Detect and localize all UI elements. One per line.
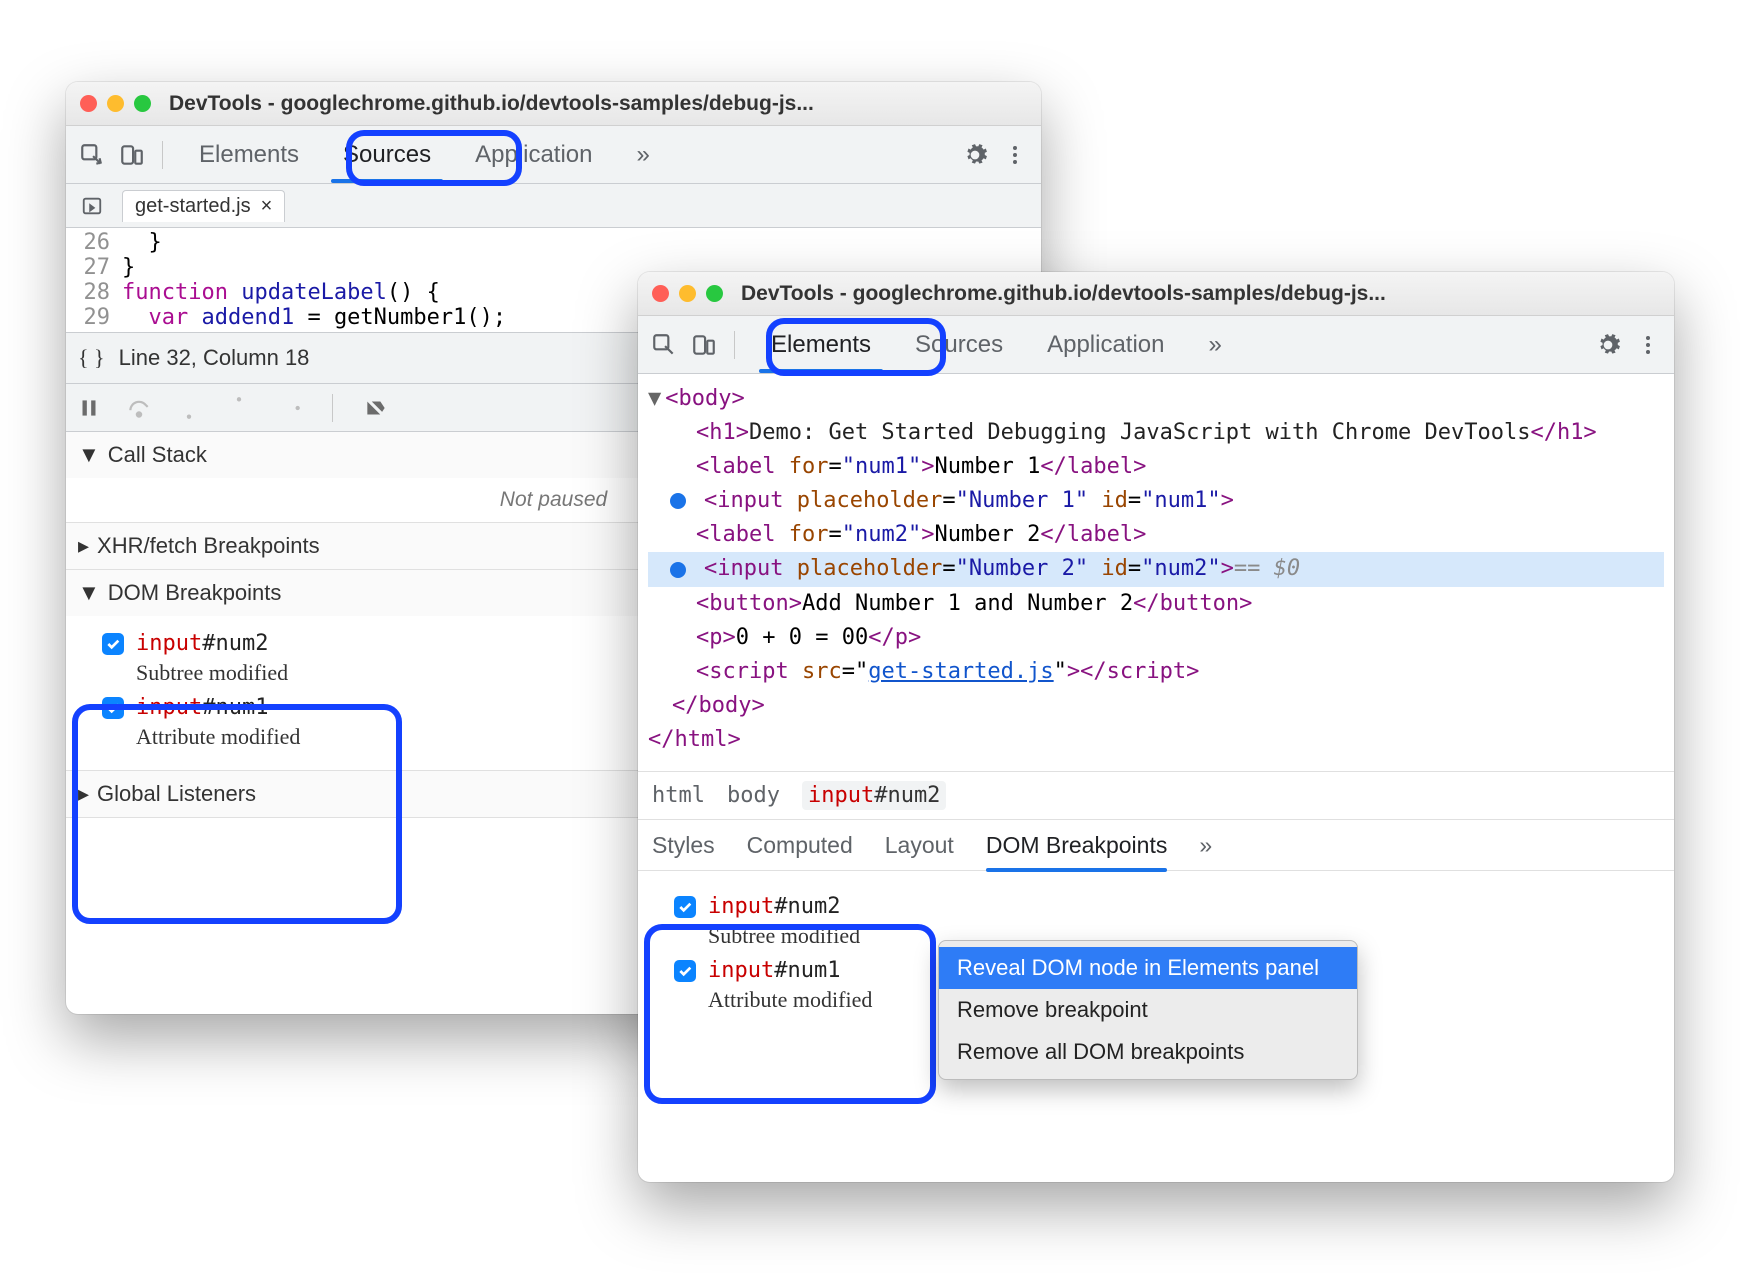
device-toggle-icon[interactable] — [116, 139, 148, 171]
tab-more[interactable]: » — [1187, 316, 1244, 373]
select-element-icon[interactable] — [648, 329, 680, 361]
kebab-icon[interactable] — [1632, 329, 1664, 361]
tab-more[interactable]: » — [615, 126, 672, 183]
context-menu: Reveal DOM node in Elements panel Remove… — [938, 940, 1358, 1080]
step-icon[interactable] — [276, 395, 302, 421]
close-traffic-light[interactable] — [80, 95, 97, 112]
kebab-icon[interactable] — [999, 139, 1031, 171]
file-tab[interactable]: get-started.js × — [122, 190, 285, 222]
breakpoint-dot-icon — [670, 493, 686, 509]
crumb-html[interactable]: html — [652, 783, 705, 808]
subtab-computed[interactable]: Computed — [747, 832, 853, 859]
close-traffic-light[interactable] — [652, 285, 669, 302]
pause-icon[interactable] — [76, 395, 102, 421]
file-tab-bar: get-started.js × — [66, 184, 1041, 228]
window-title: DevTools - googlechrome.github.io/devtoo… — [169, 92, 814, 116]
chevron-right-icon: ▸ — [78, 533, 89, 559]
chevron-down-icon[interactable]: ▼ — [648, 382, 661, 416]
chevron-down-icon: ▼ — [78, 442, 100, 468]
checkbox-checked-icon[interactable] — [674, 960, 696, 982]
panel-tabs: Elements Sources Application » — [749, 316, 1244, 373]
gear-icon[interactable] — [959, 139, 991, 171]
breakpoint-dot-icon — [670, 562, 686, 578]
main-toolbar: Elements Sources Application » — [638, 316, 1674, 374]
crumb-body[interactable]: body — [727, 783, 780, 808]
styles-subtabs: Styles Computed Layout DOM Breakpoints » — [638, 819, 1674, 871]
subtab-styles[interactable]: Styles — [652, 832, 715, 859]
chevron-right-icon: ▸ — [78, 781, 89, 807]
tab-elements[interactable]: Elements — [749, 316, 893, 373]
tab-application[interactable]: Application — [453, 126, 614, 183]
divider — [162, 141, 163, 169]
selected-dom-node[interactable]: <input placeholder="Number 2" id="num2">… — [648, 552, 1664, 586]
minimize-traffic-light[interactable] — [679, 285, 696, 302]
subtab-dom-breakpoints[interactable]: DOM Breakpoints — [986, 832, 1168, 859]
step-over-icon[interactable] — [126, 395, 152, 421]
cursor-position: Line 32, Column 18 — [119, 345, 310, 371]
subtab-more[interactable]: » — [1199, 832, 1212, 859]
ctx-remove-breakpoint[interactable]: Remove breakpoint — [939, 989, 1357, 1031]
zoom-traffic-light[interactable] — [134, 95, 151, 112]
step-into-icon[interactable] — [176, 395, 202, 421]
panel-tabs: Elements Sources Application » — [177, 126, 672, 183]
minimize-traffic-light[interactable] — [107, 95, 124, 112]
format-button[interactable]: { } — [78, 345, 105, 371]
select-element-icon[interactable] — [76, 139, 108, 171]
tab-application[interactable]: Application — [1025, 316, 1186, 373]
checkbox-checked-icon[interactable] — [674, 896, 696, 918]
ctx-remove-all-breakpoints[interactable]: Remove all DOM breakpoints — [939, 1031, 1357, 1073]
tab-sources[interactable]: Sources — [321, 126, 453, 183]
main-toolbar: Elements Sources Application » — [66, 126, 1041, 184]
window-title: DevTools - googlechrome.github.io/devtoo… — [741, 282, 1386, 306]
zoom-traffic-light[interactable] — [706, 285, 723, 302]
titlebar[interactable]: DevTools - googlechrome.github.io/devtoo… — [66, 82, 1041, 126]
devtools-window-elements: DevTools - googlechrome.github.io/devtoo… — [638, 272, 1674, 1182]
crumb-current[interactable]: input#num2 — [802, 781, 946, 810]
dom-tree[interactable]: ▼<body> <h1>Demo: Get Started Debugging … — [638, 374, 1674, 771]
deactivate-breakpoints-icon[interactable] — [363, 395, 389, 421]
close-icon[interactable]: × — [261, 195, 273, 218]
step-out-icon[interactable] — [226, 395, 252, 421]
breadcrumb[interactable]: html body input#num2 — [638, 771, 1674, 819]
device-toggle-icon[interactable] — [688, 329, 720, 361]
gear-icon[interactable] — [1592, 329, 1624, 361]
chevron-down-icon: ▼ — [78, 580, 100, 606]
ctx-reveal-node[interactable]: Reveal DOM node in Elements panel — [939, 947, 1357, 989]
tab-sources[interactable]: Sources — [893, 316, 1025, 373]
checkbox-checked-icon[interactable] — [102, 633, 124, 655]
navigator-toggle-icon[interactable] — [76, 190, 108, 222]
subtab-layout[interactable]: Layout — [885, 832, 954, 859]
file-tab-label: get-started.js — [135, 195, 251, 218]
tab-elements[interactable]: Elements — [177, 126, 321, 183]
checkbox-checked-icon[interactable] — [102, 697, 124, 719]
titlebar[interactable]: DevTools - googlechrome.github.io/devtoo… — [638, 272, 1674, 316]
